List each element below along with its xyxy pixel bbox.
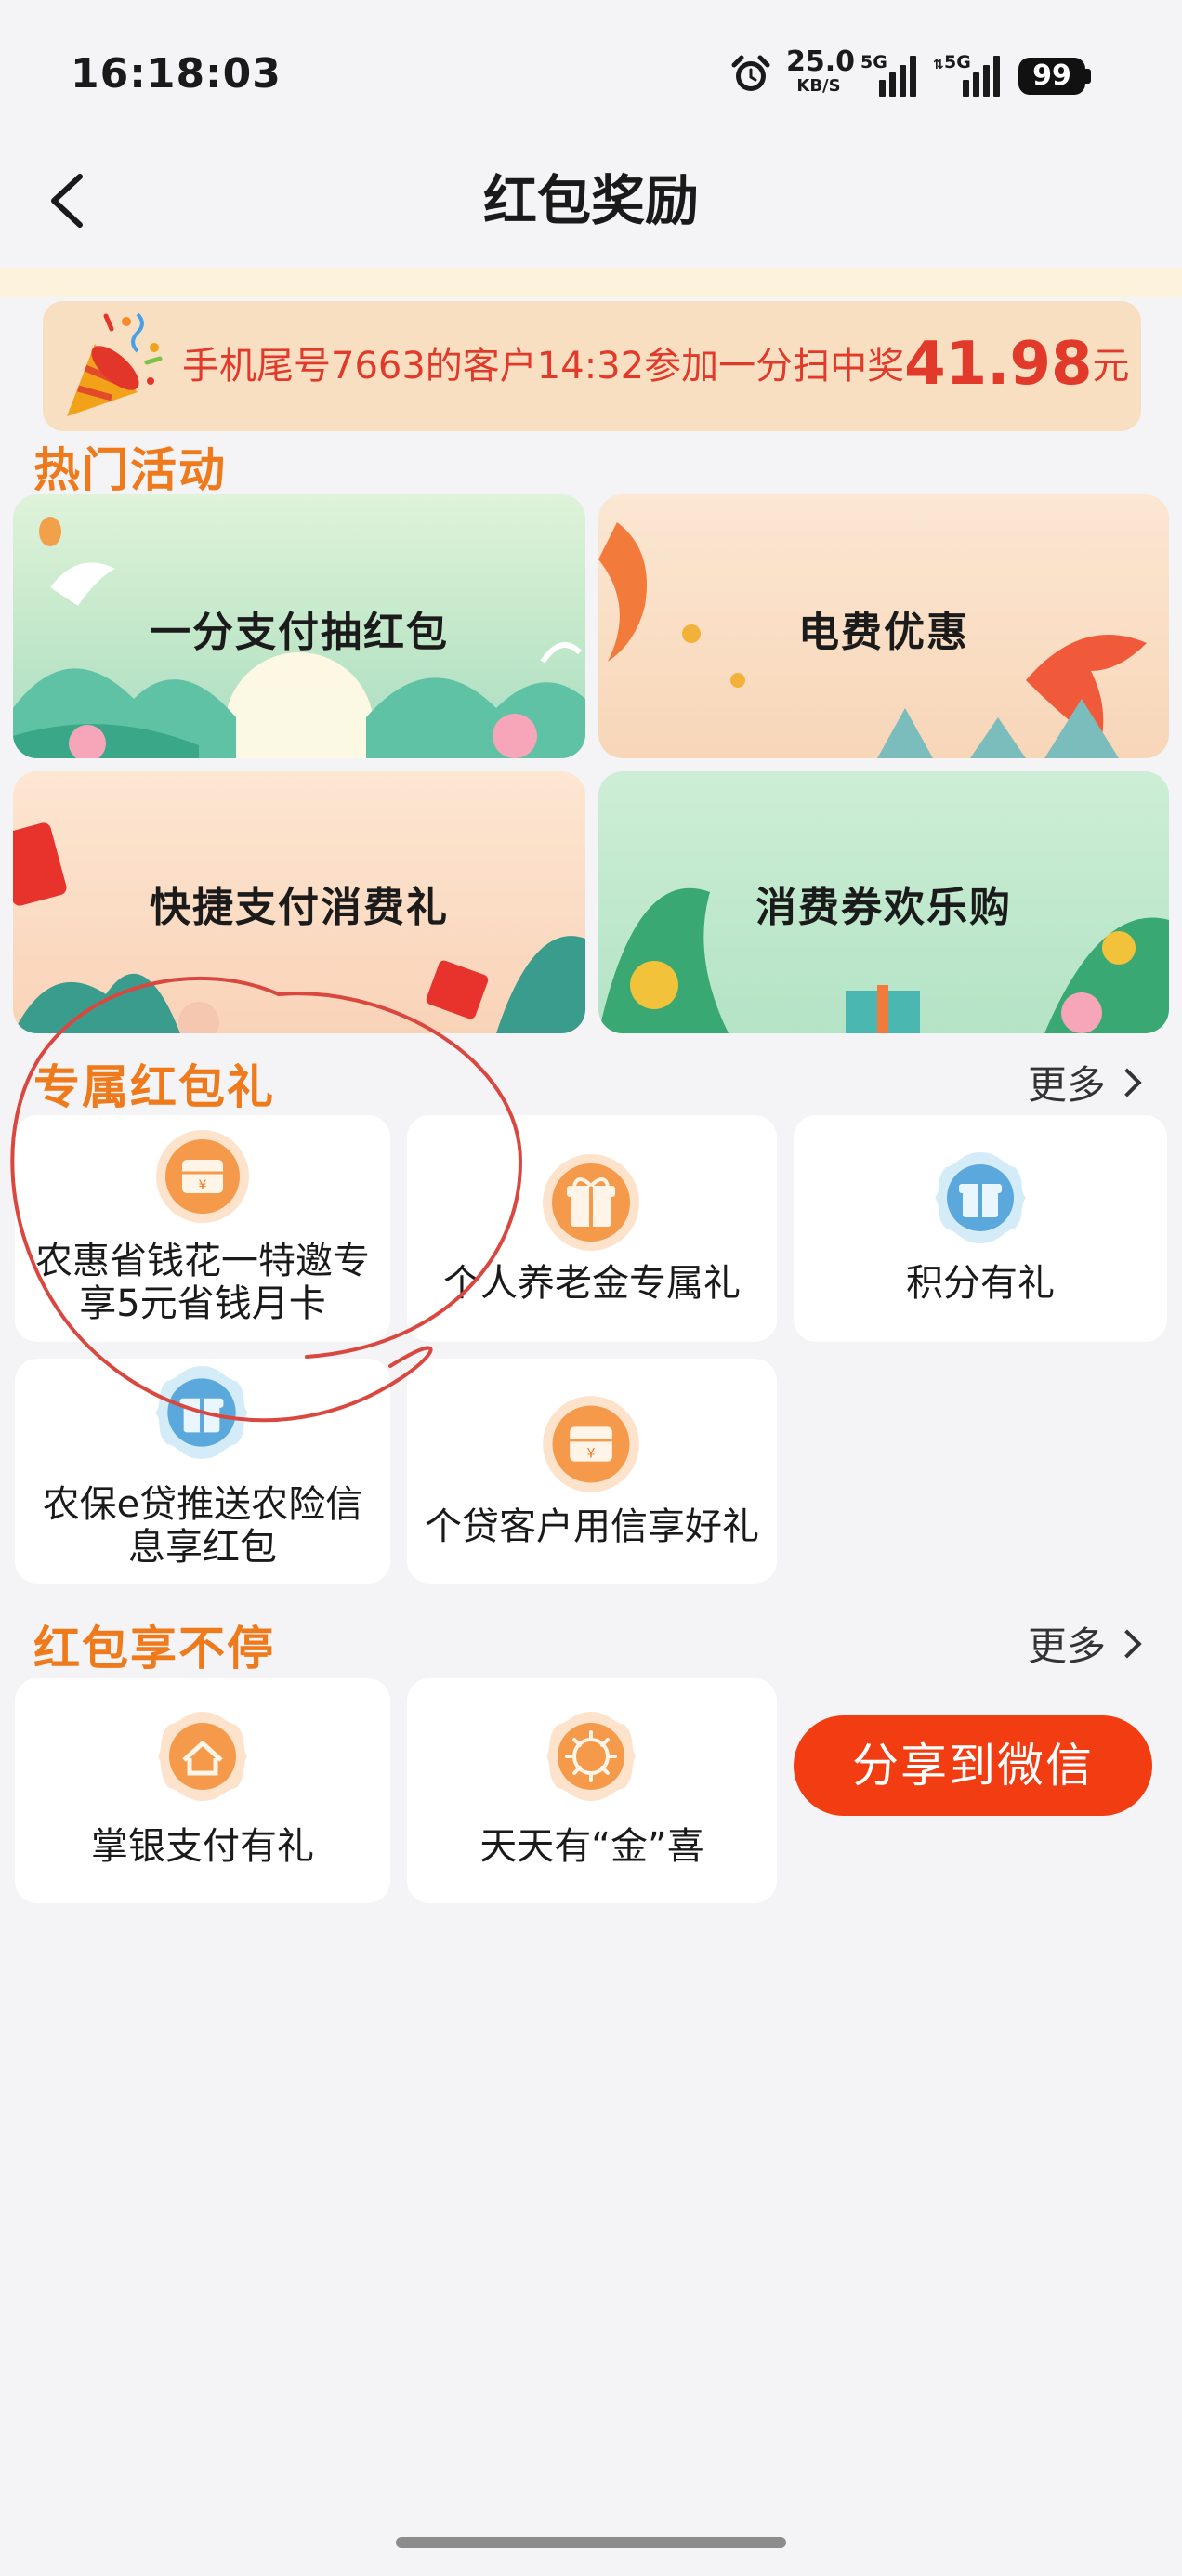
tile-label: 天天有“金”喜	[479, 1825, 704, 1868]
tile-label-line1: 农保e贷推送农险信	[42, 1483, 363, 1526]
winner-notice-text: 手机尾号7663的客户14:32参加一分扫中奖41.98元	[182, 335, 1130, 396]
section-title-nonstop: 红包享不停	[33, 1622, 275, 1676]
gift-icon	[935, 1152, 1026, 1243]
more-link-exclusive[interactable]: 更多	[1028, 1054, 1142, 1111]
signal-sim1-icon: 5G	[860, 52, 916, 97]
notice-unit: 元	[1092, 345, 1130, 388]
tile-mobile-pay-gift[interactable]: 掌银支付有礼	[15, 1678, 390, 1903]
section-title-hot: 热门活动	[33, 443, 227, 497]
coupon-icon: ¥	[156, 1130, 249, 1223]
activity-card-coupon[interactable]: 消费券欢乐购	[598, 771, 1169, 1033]
coupon-icon: ¥	[543, 1396, 639, 1492]
tile-label: 个人养老金专属礼	[443, 1262, 741, 1305]
battery-tip	[1085, 69, 1091, 84]
tile-personal-loan-gift[interactable]: ¥ 个贷客户用信享好礼	[407, 1359, 777, 1584]
activity-label: 消费券欢乐购	[755, 884, 1012, 931]
activity-card-electricity[interactable]: 电费优惠	[598, 494, 1169, 758]
battery-level: 99	[1018, 58, 1085, 95]
activity-label: 快捷支付消费礼	[150, 884, 449, 931]
activity-label: 电费优惠	[798, 609, 969, 656]
more-label: 更多	[1028, 1062, 1107, 1108]
speed-value: 25.0	[786, 46, 856, 78]
tile-label-line2: 息享红包	[128, 1526, 277, 1569]
tile-label-line1: 农惠省钱花一特邀专	[35, 1240, 370, 1282]
sim1-label: 5G	[860, 52, 887, 72]
tile-personal-pension[interactable]: 个人养老金专属礼	[407, 1115, 777, 1342]
activity-label: 一分支付抽红包	[150, 609, 449, 656]
activity-card-penny-pay[interactable]: 一分支付抽红包	[13, 494, 585, 758]
tile-label: 农保e贷推送农险信 息享红包	[15, 1483, 390, 1569]
tile-points-gift[interactable]: 积分有礼	[794, 1115, 1167, 1342]
alarm-icon	[731, 55, 770, 91]
section-title-exclusive: 专属红包礼	[33, 1060, 275, 1114]
tile-nongbao-loan[interactable]: 农保e贷推送农险信 息享红包	[15, 1359, 390, 1584]
gift-icon	[155, 1366, 248, 1459]
network-speed: 25.0 KB/S	[786, 46, 856, 96]
gift-box-icon	[543, 1154, 639, 1251]
signal-sim2-icon: 5G ⇅	[933, 52, 1000, 97]
notice-amount: 41.98	[904, 330, 1093, 399]
svg-text:¥: ¥	[586, 1447, 595, 1462]
speed-unit: KB/S	[796, 76, 841, 96]
tile-label: 农惠省钱花一特邀专 享5元省钱月卡	[15, 1240, 390, 1325]
status-time: 16:18:03	[71, 50, 282, 98]
more-label: 更多	[1028, 1623, 1107, 1669]
party-popper-icon	[67, 312, 163, 416]
notice-message: 手机尾号7663的客户14:32参加一分扫中奖	[182, 345, 905, 388]
tile-label: 掌银支付有礼	[91, 1825, 314, 1868]
house-icon	[158, 1712, 247, 1801]
tile-nonghui-savings[interactable]: ¥ 农惠省钱花一特邀专 享5元省钱月卡	[15, 1115, 390, 1342]
sun-icon	[546, 1712, 636, 1801]
tile-label: 积分有礼	[906, 1262, 1055, 1305]
header-divider	[0, 268, 1182, 297]
sim2-label: 5G	[944, 52, 971, 72]
tile-label: 个贷客户用信享好礼	[425, 1505, 759, 1548]
chevron-right-icon	[1112, 1629, 1142, 1659]
svg-text:¥: ¥	[199, 1178, 207, 1193]
home-indicator[interactable]	[396, 2537, 786, 2548]
activity-card-quick-pay[interactable]: 快捷支付消费礼	[13, 771, 585, 1033]
more-link-nonstop[interactable]: 更多	[1028, 1615, 1142, 1672]
tile-daily-gold[interactable]: 天天有“金”喜	[407, 1678, 777, 1903]
share-to-wechat-button[interactable]: 分享到微信	[794, 1715, 1152, 1816]
chevron-right-icon	[1112, 1068, 1142, 1097]
page-title: 红包奖励	[482, 169, 699, 232]
tile-label-line2: 享5元省钱月卡	[79, 1282, 326, 1325]
